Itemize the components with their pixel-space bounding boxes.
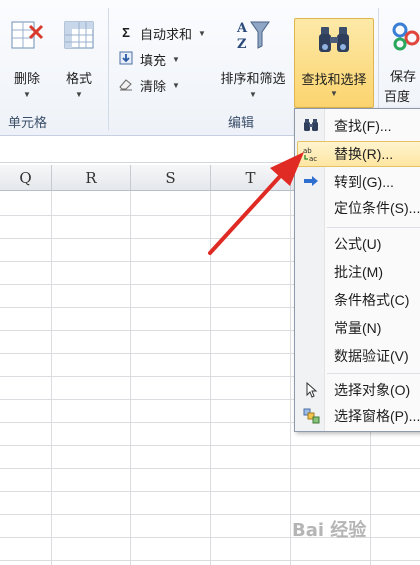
- annotation-arrow: [208, 152, 304, 255]
- watermark-text: Bai 经验: [292, 520, 367, 541]
- baidu-watermark: Bai 经验: [292, 516, 366, 542]
